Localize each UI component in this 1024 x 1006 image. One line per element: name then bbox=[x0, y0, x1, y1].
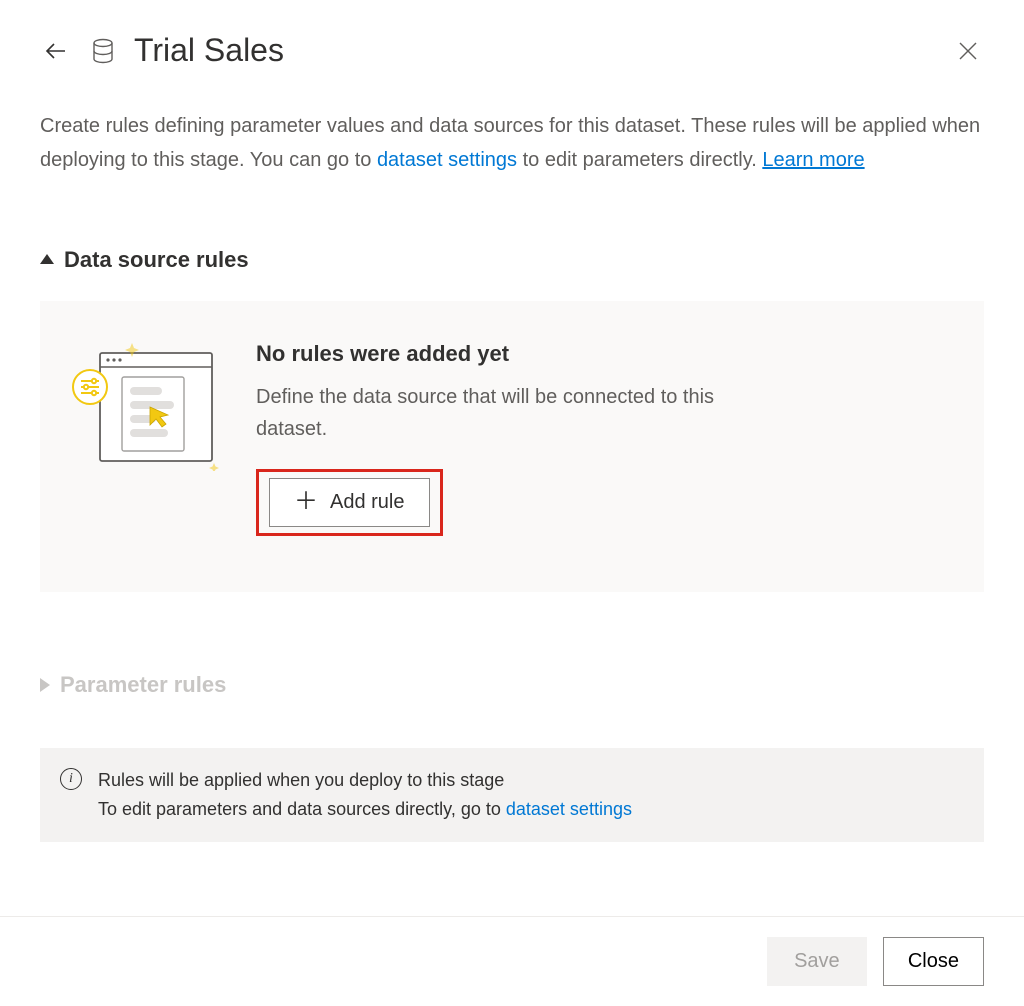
panel-footer: Save Close bbox=[0, 916, 1024, 1006]
back-button[interactable] bbox=[40, 35, 72, 67]
empty-state-illustration bbox=[72, 341, 222, 471]
learn-more-link[interactable]: Learn more bbox=[762, 149, 864, 171]
chevron-down-icon bbox=[40, 254, 54, 264]
info-icon: i bbox=[60, 768, 82, 790]
info-line2: To edit parameters and data sources dire… bbox=[98, 795, 632, 824]
dataset-settings-link[interactable]: dataset settings bbox=[377, 149, 517, 171]
close-footer-button[interactable]: Close bbox=[883, 937, 984, 986]
add-rule-button[interactable]: ＋ Add rule bbox=[269, 478, 430, 527]
dataset-icon bbox=[92, 38, 114, 64]
intro-text: Create rules defining parameter values a… bbox=[40, 109, 984, 177]
add-rule-highlight: ＋ Add rule bbox=[256, 469, 443, 536]
section-header-data-source[interactable]: Data source rules bbox=[40, 247, 984, 273]
save-button: Save bbox=[767, 937, 867, 986]
empty-state-body: No rules were added yet Define the data … bbox=[256, 341, 952, 536]
dataset-settings-link-footer[interactable]: dataset settings bbox=[506, 799, 632, 819]
empty-state-title: No rules were added yet bbox=[256, 341, 952, 367]
info-box: i Rules will be applied when you deploy … bbox=[40, 748, 984, 842]
panel-header: Trial Sales bbox=[40, 32, 984, 69]
info-line1: Rules will be applied when you deploy to… bbox=[98, 766, 632, 795]
empty-state-text: Define the data source that will be conn… bbox=[256, 381, 776, 445]
section-header-parameter[interactable]: Parameter rules bbox=[40, 672, 984, 698]
intro-part2: to edit parameters directly. bbox=[523, 149, 763, 171]
empty-state-card: No rules were added yet Define the data … bbox=[40, 301, 984, 592]
section-label: Parameter rules bbox=[60, 672, 226, 698]
section-label: Data source rules bbox=[64, 247, 249, 273]
settings-panel: Trial Sales Create rules defining parame… bbox=[0, 0, 1024, 1006]
close-button[interactable] bbox=[952, 35, 984, 67]
add-rule-label: Add rule bbox=[330, 491, 405, 514]
chevron-right-icon bbox=[40, 678, 50, 692]
panel-title: Trial Sales bbox=[134, 32, 284, 69]
